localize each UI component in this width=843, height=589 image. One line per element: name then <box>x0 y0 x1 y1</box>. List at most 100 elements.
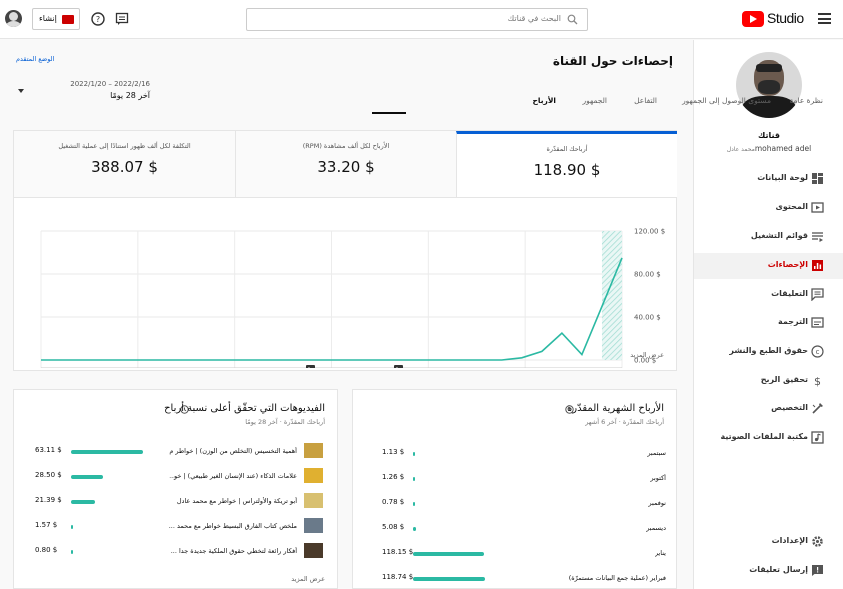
see-more-link[interactable]: عرض المزيد <box>291 575 325 583</box>
channel-label: قناتك <box>758 131 780 140</box>
feedback-flag-icon <box>812 565 823 576</box>
row-value: 118.74 $ <box>382 573 414 581</box>
list-item: 1.26 $ أكتوبر <box>353 471 678 485</box>
row-bar <box>413 452 415 456</box>
metric-value: 33.20 $ <box>317 158 375 176</box>
row-value: 1.26 $ <box>382 473 405 481</box>
video-title[interactable]: أفكار رائعة لتخطي حقوق الملكية جديدة جدا… <box>171 547 297 555</box>
sidebar-item-copyright[interactable]: حقوق الطبع والنشر c <box>694 339 843 365</box>
tab-audience[interactable]: الجمهور <box>583 96 608 105</box>
row-label: سبتمبر <box>647 449 666 457</box>
tab-engagement[interactable]: التفاعل <box>634 96 657 105</box>
dashboard-icon <box>812 173 823 184</box>
active-tab-underline <box>372 112 406 114</box>
subtitles-icon <box>811 317 824 328</box>
sidebar-item-settings[interactable]: الإعدادات <box>694 529 843 555</box>
sidebar-item-dashboard[interactable]: لوحة البيانات <box>694 166 843 192</box>
metric-playback-cpm[interactable]: التكلفة لكل ألف ظهور استنادًا إلى عملية … <box>14 131 235 197</box>
row-label: نوفمبر <box>648 499 666 507</box>
gear-icon <box>812 536 823 547</box>
playlist-icon <box>812 232 823 242</box>
content-icon <box>811 202 824 213</box>
table-row[interactable]: 0.80 $ أفكار رائعة لتخطي حقوق الملكية جدي… <box>14 543 339 558</box>
copyright-icon: c <box>811 345 824 358</box>
video-thumbnail[interactable] <box>304 543 323 558</box>
top-videos-card: الفيديوهات التي تحقّق أعلى نسبة أرباح أر… <box>13 389 338 589</box>
row-value: 118.15 $ <box>382 548 414 556</box>
video-title[interactable]: علامات الذكاء (عند الإنسان الغير طبيعي) … <box>169 472 297 480</box>
sidebar-item-audio-library[interactable]: مكتبة الملفات الصوتية <box>694 425 843 451</box>
row-value: 0.78 $ <box>382 498 405 506</box>
sidebar-item-customization[interactable]: التخصيص <box>694 396 843 422</box>
video-marker <box>306 365 315 368</box>
list-item: 118.74 $ فبراير (عملية جمع البيانات مستمر… <box>353 571 678 585</box>
table-row[interactable]: 28.50 $ علامات الذكاء (عند الإنسان الغير … <box>14 468 339 483</box>
sidebar-item-analytics[interactable]: الإحصاءات <box>694 253 843 279</box>
search-input[interactable]: البحث في قناتك <box>246 8 588 31</box>
video-title[interactable]: ملخص كتاب الفارق البسيط خواطر مع محمد ..… <box>169 522 297 530</box>
list-item: 1.13 $ سبتمبر <box>353 446 678 460</box>
video-title[interactable]: أبو تريكة والأولتراس | خواطر مع محمد عاد… <box>177 497 297 505</box>
date-range: 2022/1/20 – 2022/2/16 <box>70 80 150 88</box>
video-thumbnail[interactable] <box>304 443 323 458</box>
studio-logo[interactable]: Studio <box>742 10 804 30</box>
table-row[interactable]: 63.11 $ أهمية التخسيس (التخلص من الوزن) |… <box>14 443 339 458</box>
metric-rpm[interactable]: الأرباح لكل ألف مشاهدة (RPM) 33.20 $ <box>235 131 456 197</box>
sidebar-item-content[interactable]: المحتوى <box>694 195 843 221</box>
channel-avatar[interactable] <box>736 52 802 118</box>
search-icon <box>567 14 578 25</box>
svg-text:c: c <box>816 348 820 356</box>
tab-overview[interactable]: نظرة عامة <box>790 96 824 105</box>
sidebar-item-subtitles[interactable]: الترجمة <box>694 310 843 336</box>
list-item: 5.08 $ ديسمبر <box>353 521 678 535</box>
tab-reach[interactable]: مستوى الوصول إلى الجمهور <box>682 96 771 105</box>
metric-title: التكلفة لكل ألف ظهور استنادًا إلى عملية … <box>58 142 191 150</box>
tab-revenue[interactable]: الأرباح <box>532 96 556 105</box>
sidebar-item-comments[interactable]: التعليقات <box>694 282 843 308</box>
channel-name: mohamed adel <box>754 144 812 153</box>
top-bar: إنشاء ? البحث في قناتك Studio <box>0 0 843 39</box>
help-icon[interactable]: ? <box>91 12 105 26</box>
row-label: فبراير (عملية جمع البيانات مستمرّة) <box>568 574 666 582</box>
monetization-icon: $ <box>814 375 821 387</box>
sidebar-item-playlists[interactable]: قوائم التشغيل <box>694 224 843 250</box>
video-title[interactable]: أهمية التخسيس (التخلص من الوزن) | خواطر … <box>169 447 297 455</box>
video-thumbnail[interactable] <box>304 468 323 483</box>
row-bar <box>71 525 73 529</box>
card-subtitle: أرباحك المقدّرة · آخر 28 يومًا <box>245 418 325 426</box>
sidebar: قناتك محمد عادلmohamed adel لوحة البيانا… <box>693 40 843 589</box>
row-value: 5.08 $ <box>382 523 405 531</box>
chevron-down-icon <box>18 89 24 93</box>
metric-title: الأرباح لكل ألف مشاهدة (RPM) <box>302 142 390 150</box>
row-value: 0.80 $ <box>35 546 58 554</box>
sidebar-item-monetization[interactable]: تحقيق الربح $ <box>694 368 843 394</box>
metric-estimated-revenue[interactable]: أرباحك المقدّرة 118.90 $ <box>456 131 677 197</box>
card-title: الفيديوهات التي تحقّق أعلى نسبة أرباح <box>164 403 325 414</box>
advanced-mode-link[interactable]: الوضع المتقدم <box>16 55 54 63</box>
row-bar <box>71 550 73 554</box>
y-tick-label: 80.00 $ <box>634 271 661 279</box>
channel-name-row: محمد عادلmohamed adel <box>694 144 843 153</box>
video-thumbnail[interactable] <box>304 518 323 533</box>
row-value: 21.39 $ <box>35 496 62 504</box>
revenue-overview-card: أرباحك المقدّرة 118.90 $ الأرباح لكل ألف… <box>13 130 677 371</box>
menu-icon[interactable] <box>818 13 831 24</box>
feedback-icon[interactable] <box>115 12 129 26</box>
date-range-picker[interactable]: 2022/1/20 – 2022/2/16 آخر 28 يومًا <box>16 80 156 106</box>
row-value: 28.50 $ <box>35 471 62 479</box>
row-value: 1.13 $ <box>382 448 405 456</box>
video-thumbnail[interactable] <box>304 493 323 508</box>
see-more-link[interactable]: عرض المزيد <box>630 351 664 359</box>
table-row[interactable]: 1.57 $ ملخص كتاب الفارق البسيط خواطر مع م… <box>14 518 339 533</box>
revenue-line-chart: 120.00 $80.00 $40.00 $0.00 $2022/01/2020… <box>40 228 665 368</box>
row-value: 63.11 $ <box>35 446 62 454</box>
audio-library-icon <box>811 431 824 444</box>
sidebar-item-send-feedback[interactable]: إرسال تعليقات <box>694 558 843 584</box>
card-subtitle: أرباحك المقدّرة · آخر 6 أشهر <box>585 418 664 426</box>
create-button[interactable]: إنشاء <box>32 8 80 30</box>
table-row[interactable]: 21.39 $ أبو تريكة والأولتراس | خواطر مع م… <box>14 493 339 508</box>
video-camera-icon <box>62 15 74 24</box>
analytics-icon <box>812 260 823 271</box>
user-avatar[interactable] <box>5 10 22 27</box>
metric-value: 118.90 $ <box>533 161 601 179</box>
